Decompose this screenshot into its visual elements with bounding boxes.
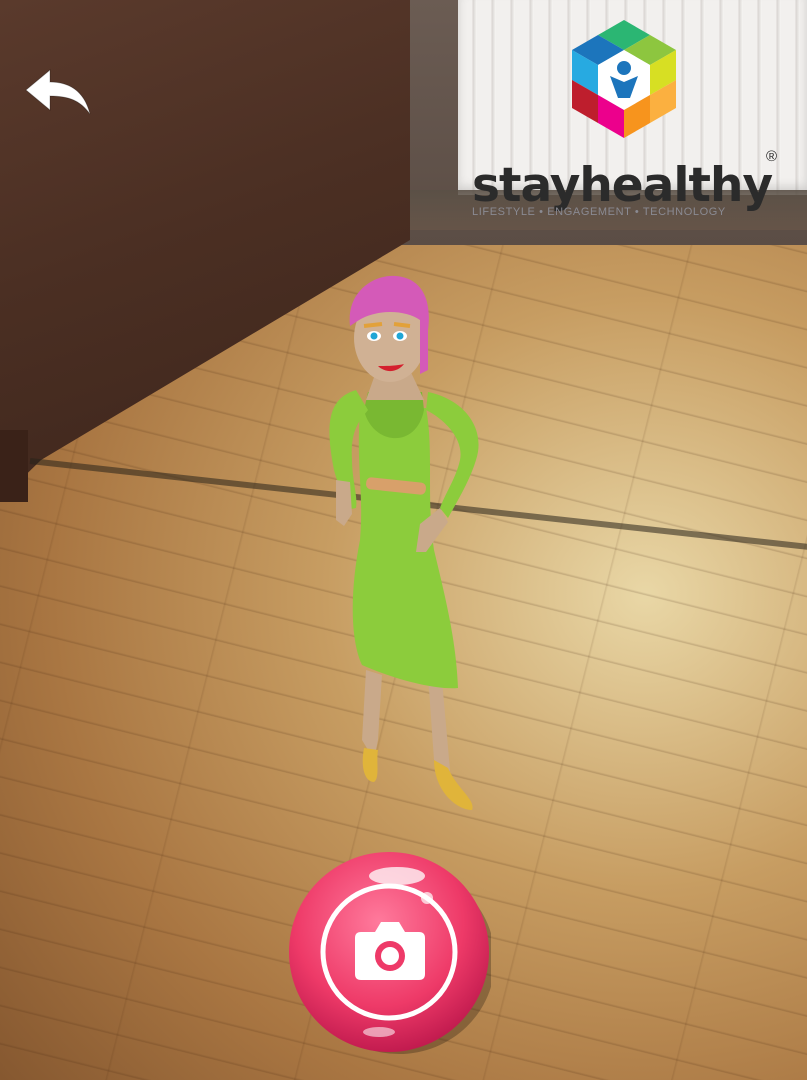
capture-button-graphic bbox=[289, 852, 495, 1054]
undo-arrow-icon bbox=[25, 68, 91, 115]
ar-avatar-figure bbox=[329, 275, 479, 810]
capture-photo-button[interactable] bbox=[287, 850, 495, 1054]
stayhealthy-logo-mark-icon bbox=[572, 20, 676, 138]
camera-feed-cabinet-leg bbox=[0, 430, 28, 502]
stayhealthy-logo: stayhealthy ® LIFESTYLE • ENGAGEMENT • T… bbox=[470, 20, 790, 225]
logo-registered-mark: ® bbox=[766, 148, 778, 165]
back-button[interactable] bbox=[24, 68, 94, 120]
ar-camera-view: stayhealthy ® LIFESTYLE • ENGAGEMENT • T… bbox=[0, 0, 807, 1080]
logo-tagline: LIFESTYLE • ENGAGEMENT • TECHNOLOGY bbox=[472, 206, 726, 218]
logo-wordmark: stayhealthy bbox=[472, 158, 773, 213]
